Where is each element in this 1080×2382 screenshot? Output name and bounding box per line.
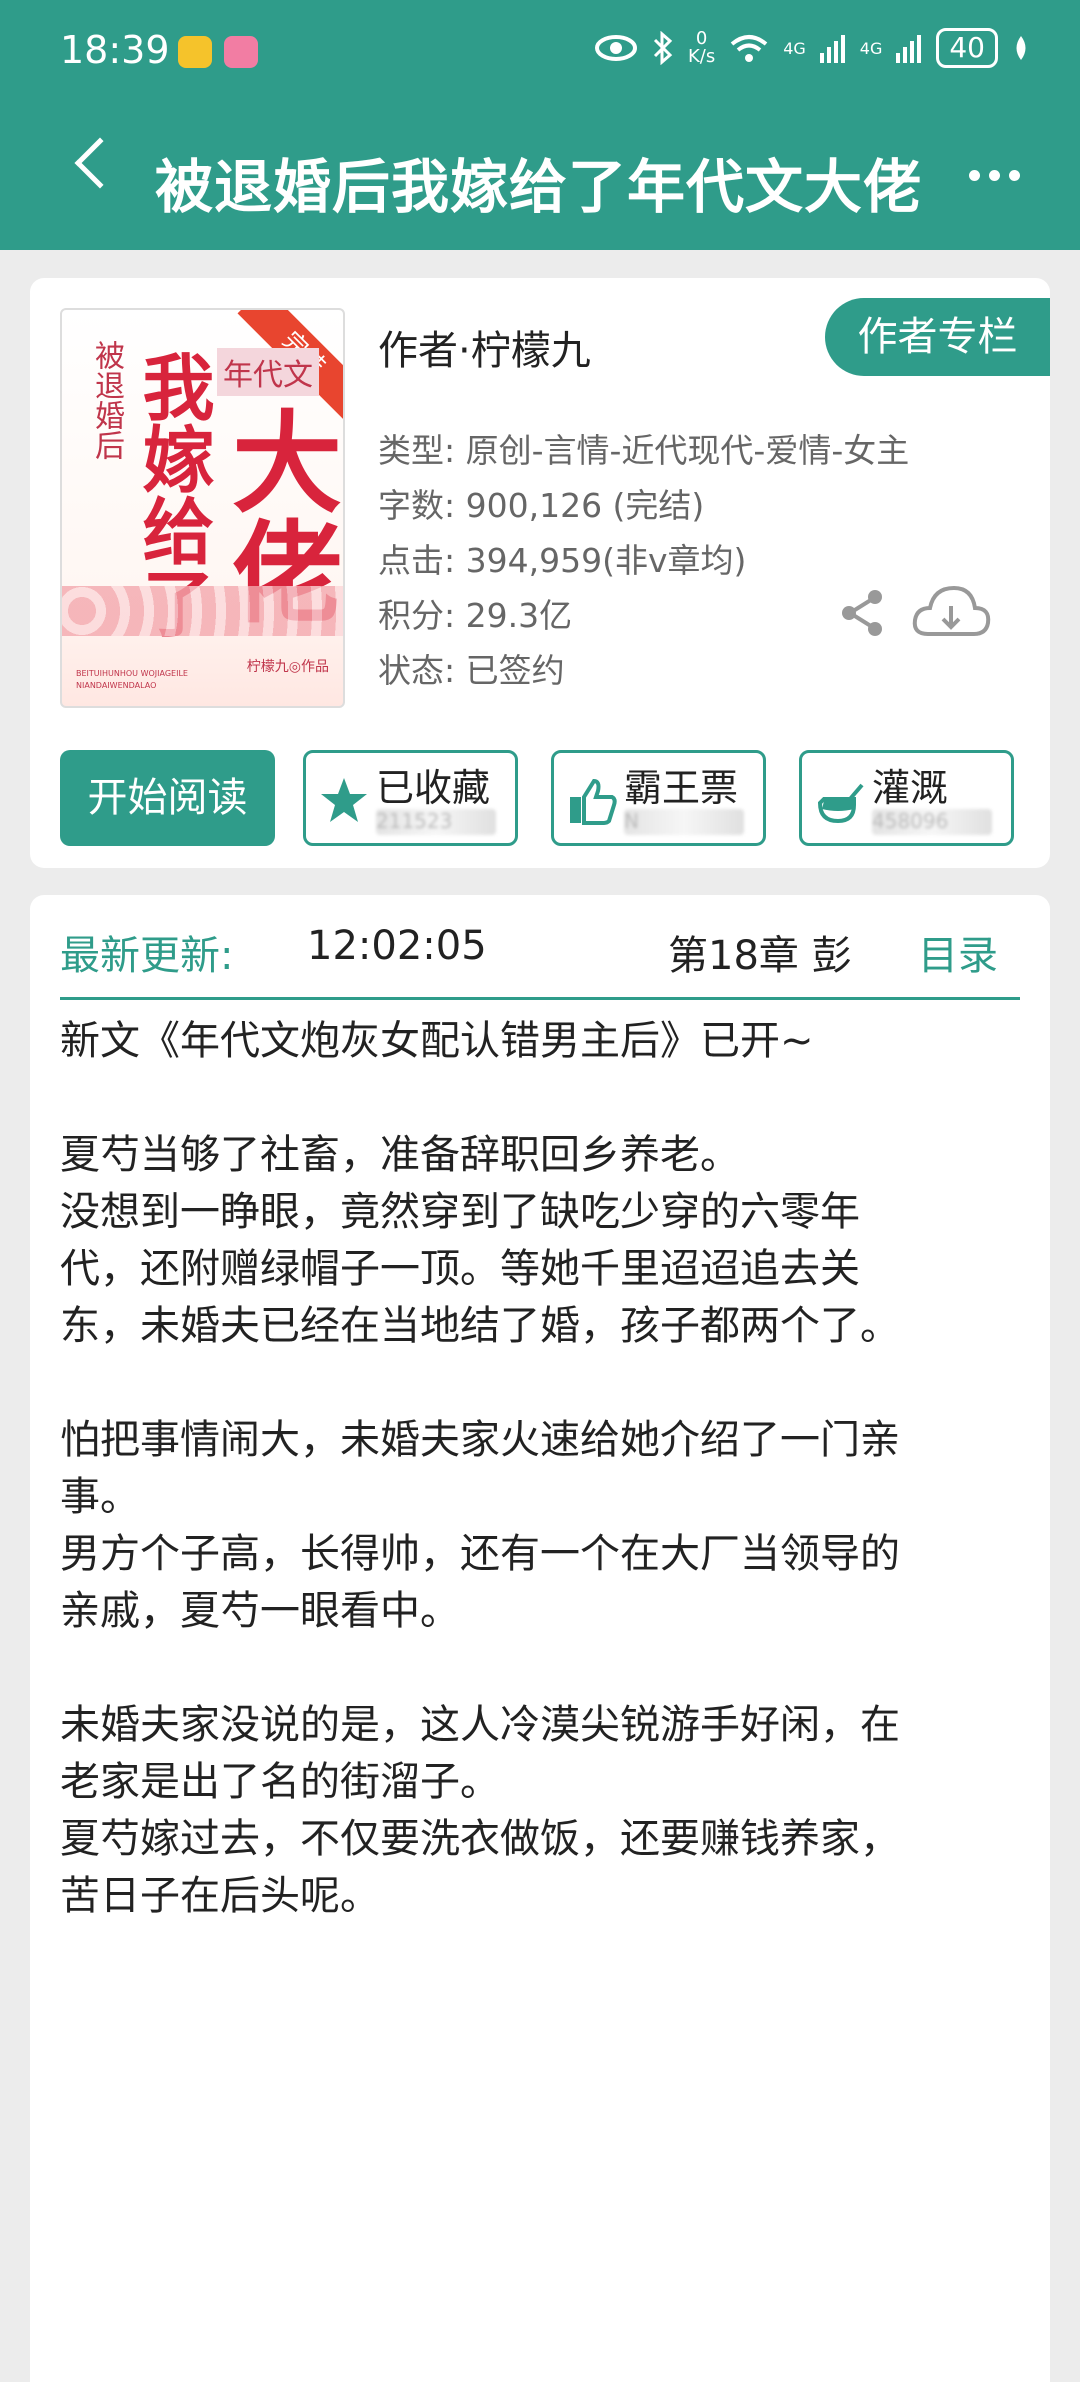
eye-icon xyxy=(594,35,637,61)
book-type: 类型: 原创-言情-近代现代-爱情-女主 xyxy=(378,431,910,470)
app-header: 18:39 0 K/s 4G 4G 40 被退婚后我嫁给了年代文大佬 xyxy=(0,0,1080,250)
wifi-icon xyxy=(730,35,768,62)
intro-line xyxy=(60,1640,1040,1697)
author-column-button[interactable]: 作者专栏 xyxy=(825,298,1050,376)
book-points: 积分: 29.3亿 xyxy=(378,596,573,635)
share-icon[interactable] xyxy=(838,588,888,638)
latest-chapter-link[interactable]: 第18章 彭 xyxy=(668,923,858,981)
nutrient-count: 458096 xyxy=(872,809,992,835)
intro-line: 夏芍嫁过去，不仅要洗衣做饭，还要赚钱养家， xyxy=(60,1816,900,1862)
intro-line xyxy=(60,1355,1040,1412)
thumbs-up-icon xyxy=(570,778,617,825)
intro-line: 新文《年代文炮灰女配认错男主后》已开~ xyxy=(60,1018,814,1064)
network-speed: 0 K/s xyxy=(687,28,716,67)
nutrient-label: 灌溉 xyxy=(872,766,949,810)
download-cloud-icon[interactable] xyxy=(910,578,992,644)
status-time: 18:39 xyxy=(60,28,170,72)
intro-line: 夏芍当够了社畜，准备辞职回乡养老。 xyxy=(60,1132,740,1178)
signal-4g-2: 4G xyxy=(859,38,883,58)
book-words: 字数: 900,126 (完结) xyxy=(378,486,705,525)
bluetooth-icon xyxy=(653,31,673,65)
intro-line: 代，还附赠绿帽子一顶。等她千里迢迢追去关 xyxy=(60,1246,860,1292)
collect-count: 211523 xyxy=(376,809,496,835)
author-name[interactable]: 作者·柠檬九 xyxy=(378,318,591,376)
back-icon[interactable] xyxy=(74,137,126,189)
bilibili-icon xyxy=(224,36,258,68)
cover-pinyin: BEITUIHUNHOU WOJIAGEILE NIANDAIWENDALAO xyxy=(76,669,188,690)
page-title: 被退婚后我嫁给了年代文大佬 xyxy=(155,153,923,221)
intro-line: 亲戚，夏芍一眼看中。 xyxy=(60,1588,460,1634)
intro-line: 事。 xyxy=(60,1474,140,1520)
collect-button[interactable]: 已收藏 211523 xyxy=(303,750,518,846)
divider xyxy=(60,997,1020,1000)
cover-small-title: 被退婚后 xyxy=(89,340,124,460)
signal-bars-icon xyxy=(896,35,922,63)
book-clicks: 点击: 394,959(非v章均) xyxy=(378,541,747,580)
ticket-label: 霸王票 xyxy=(624,766,739,810)
signal-bars-icon xyxy=(819,35,845,63)
intro-line: 男方个子高，长得帅，还有一个在大厂当领导的 xyxy=(60,1531,900,1577)
intro-line: 苦日子在后头呢。 xyxy=(60,1873,380,1919)
start-reading-button[interactable]: 开始阅读 xyxy=(60,750,275,846)
ticket-button[interactable]: 霸王票 N xyxy=(551,750,766,846)
watering-can-icon xyxy=(817,783,864,824)
intro-line: 怕把事情闹大，未婚夫家火速给她介绍了一门亲 xyxy=(60,1417,900,1463)
intro-line: 东，未婚夫已经在当地结了婚，孩子都两个了。 xyxy=(60,1303,900,1349)
intro-line xyxy=(60,1070,1040,1127)
signal-4g-1: 4G xyxy=(783,38,806,58)
latest-update-label: 最新更新: xyxy=(60,933,234,979)
toc-link[interactable]: 目录 xyxy=(918,923,998,981)
latest-update-time: 12:02:05 xyxy=(307,923,487,969)
cover-author: 柠檬九◎作品 xyxy=(246,659,329,675)
book-info-card: 完结 年代文 被退婚后 我嫁给了 大佬 柠檬九◎作品 BEITUIHUNHOU … xyxy=(30,278,1050,868)
star-icon xyxy=(321,778,367,822)
intro-line: 未婚夫家没说的是，这人冷漠尖锐游手好闲，在 xyxy=(60,1702,900,1748)
weibo-icon xyxy=(178,36,212,68)
ticket-count: N xyxy=(624,809,744,835)
book-status: 状态: 已签约 xyxy=(378,651,565,690)
intro-line: 没想到一睁眼，竟然穿到了缺吃少穿的六零年 xyxy=(60,1189,860,1235)
status-icons: 0 K/s 4G 4G 40 xyxy=(594,28,1030,68)
intro-line: 老家是出了名的街溜子。 xyxy=(60,1759,500,1805)
cover-tag: 年代文 xyxy=(217,348,319,396)
collect-label: 已收藏 xyxy=(376,766,491,810)
battery-indicator: 40 xyxy=(936,28,998,68)
nutrient-button[interactable]: 灌溉 458096 xyxy=(799,750,1014,846)
cover-roses xyxy=(62,586,343,636)
book-cover[interactable]: 完结 年代文 被退婚后 我嫁给了 大佬 柠檬九◎作品 BEITUIHUNHOU … xyxy=(60,308,345,708)
leaf-icon xyxy=(1016,36,1026,60)
more-icon[interactable] xyxy=(969,170,1020,181)
intro-card: 最新更新: 12:02:05 第18章 彭 目录 新文《年代文炮灰女配认错男主后… xyxy=(30,895,1050,2382)
book-intro: 新文《年代文炮灰女配认错男主后》已开~ 夏芍当够了社畜，准备辞职回乡养老。 没想… xyxy=(60,1013,1040,1925)
